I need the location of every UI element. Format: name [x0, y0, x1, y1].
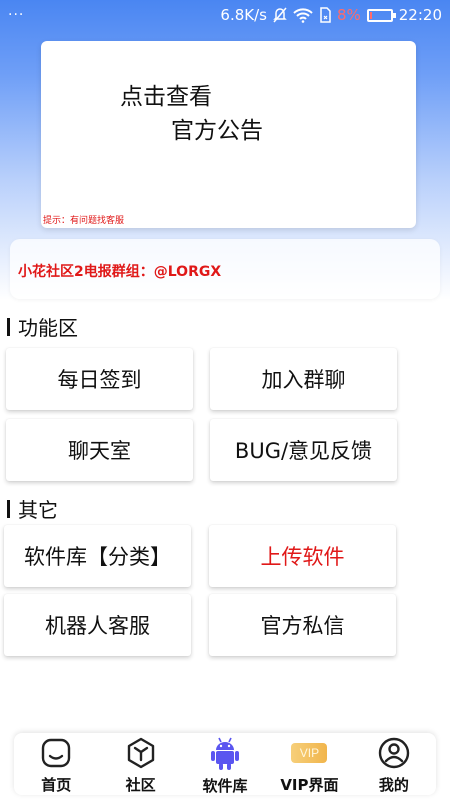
nav-mine[interactable]: 我的 [352, 733, 436, 795]
software-library-button[interactable]: 软件库【分类】 [4, 525, 191, 587]
community-cube-icon [123, 735, 159, 770]
bottom-navigation: 首页 社区 软件库 VIP VIP界面 我的 [14, 733, 436, 795]
robot-service-button[interactable]: 机器人客服 [4, 594, 191, 656]
battery-percentage: 8% [336, 6, 361, 24]
telegram-group-text: 小花社区2电报群组：@LORGX [18, 264, 222, 280]
mute-icon [273, 7, 287, 23]
status-bar: ··· 6.8K/s 8% 22:20 [0, 0, 450, 30]
notice-title-line2: 官方公告 [171, 118, 263, 144]
nav-home-label: 首页 [41, 776, 72, 794]
network-speed: 6.8K/s [220, 6, 267, 24]
section-title-others: 其它 [7, 494, 58, 523]
chat-room-button[interactable]: 聊天室 [6, 419, 193, 481]
wifi-icon [293, 7, 313, 23]
android-icon [207, 735, 243, 771]
upload-software-button[interactable]: 上传软件 [209, 525, 396, 587]
vip-badge-icon: VIP [291, 735, 328, 770]
battery-icon [366, 8, 396, 22]
nav-home[interactable]: 首页 [14, 733, 98, 795]
vip-badge: VIP [291, 742, 328, 763]
notification-dots: ··· [8, 7, 25, 23]
notice-title-line1: 点击查看 [120, 84, 212, 110]
nav-vip[interactable]: VIP VIP界面 [267, 733, 351, 795]
section-title-functions: 功能区 [7, 312, 78, 341]
clock: 22:20 [398, 6, 442, 24]
feedback-button[interactable]: BUG/意见反馈 [210, 419, 397, 481]
nav-vip-label: VIP界面 [280, 776, 339, 794]
section-title-others-label: 其它 [18, 498, 58, 522]
section-marker [7, 499, 10, 518]
home-icon [38, 735, 74, 770]
official-message-button[interactable]: 官方私信 [209, 594, 396, 656]
sim-icon [319, 7, 331, 23]
notice-hint: 提示：有问题找客服 [43, 216, 125, 226]
section-marker [7, 317, 10, 336]
telegram-group-banner[interactable]: 小花社区2电报群组：@LORGX [10, 239, 440, 299]
section-title-functions-label: 功能区 [18, 316, 78, 340]
official-notice-card[interactable]: 点击查看 官方公告 提示：有问题找客服 [41, 41, 416, 228]
user-profile-icon [376, 735, 412, 770]
join-group-button[interactable]: 加入群聊 [210, 348, 397, 410]
daily-checkin-button[interactable]: 每日签到 [6, 348, 193, 410]
nav-software-library[interactable]: 软件库 [183, 733, 267, 795]
nav-software-label: 软件库 [202, 777, 248, 795]
nav-mine-label: 我的 [378, 776, 409, 794]
nav-community[interactable]: 社区 [98, 733, 182, 795]
status-indicators: 6.8K/s 8% 22:20 [220, 6, 442, 24]
nav-community-label: 社区 [125, 776, 156, 794]
